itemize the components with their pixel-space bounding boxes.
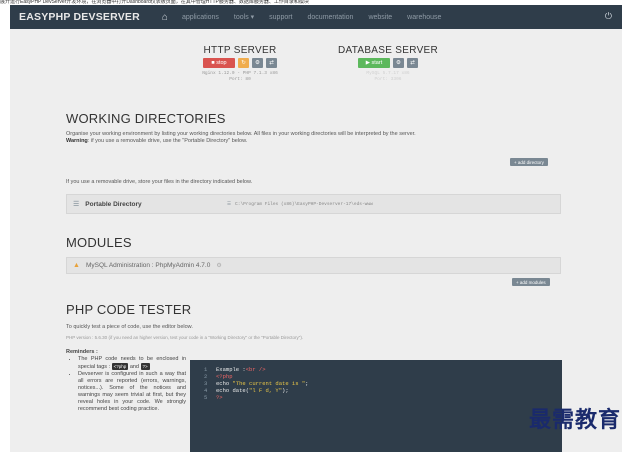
http-server-info: Nginx 1.12.0 - PHP 7.1.3 x86 Port: 80 xyxy=(192,71,288,83)
database-server-title: DATABASE SERVER xyxy=(337,45,439,56)
module-settings-icon[interactable]: ⚙ xyxy=(216,262,221,269)
working-directories-desc: Organise your working environment by lis… xyxy=(66,131,566,145)
php-open-tag: <?php xyxy=(111,363,129,370)
line-number: 2 xyxy=(204,373,208,380)
code-token: ; xyxy=(305,380,309,387)
code-token: "l F d, Y" xyxy=(249,387,283,394)
power-icon[interactable]: ⏻ xyxy=(605,11,612,22)
code-token: "The current date is " xyxy=(232,380,306,387)
nav-documentation[interactable]: documentation xyxy=(308,14,354,21)
warning-text: : if you use a removable drive, use the … xyxy=(87,138,248,144)
reminders-block: Reminders : The PHP code needs to be enc… xyxy=(66,349,186,413)
watermark-logo: 最需教育 xyxy=(528,407,621,433)
code-line: 5 ?> xyxy=(204,394,562,401)
database-server-block: DATABASE SERVER ▶ start ⚙ ⇄ MySQL 5.7.17… xyxy=(336,45,440,83)
nav-website[interactable]: website xyxy=(368,14,392,21)
php-code-tester-heading: PHP CODE TESTER xyxy=(66,302,192,317)
folder-icon: ☰ xyxy=(227,201,232,207)
code-editor[interactable]: 1 Example : <br /> 2 <?php 3 echo "The curre… xyxy=(190,360,562,452)
reminder-and: and xyxy=(129,364,139,370)
db-switch-button[interactable]: ⇄ xyxy=(407,58,418,68)
http-switch-button[interactable]: ⇄ xyxy=(266,58,277,68)
portable-directory-row[interactable]: ☰ Portable Directory ☰ C:\Program Files (… xyxy=(66,194,561,214)
list-icon: ☰ xyxy=(73,201,80,208)
code-line: 2 <?php xyxy=(204,373,562,380)
removable-drive-text: If you use a removable drive, store your… xyxy=(66,179,253,185)
working-directories-heading: WORKING DIRECTORIES xyxy=(66,111,226,126)
working-dirs-warning: Warning: if you use a removable drive, u… xyxy=(66,138,566,145)
nav-warehouse[interactable]: warehouse xyxy=(407,14,441,21)
http-server-title: HTTP SERVER xyxy=(203,45,277,56)
php-tester-desc: To quickly test a piece of code, use the… xyxy=(66,324,193,330)
phpmyadmin-icon: ▲ xyxy=(73,262,80,269)
working-dirs-description: Organise your working environment by lis… xyxy=(66,131,416,137)
db-settings-button[interactable]: ⚙ xyxy=(393,58,404,68)
line-number: 3 xyxy=(204,380,208,387)
reminder-item-tags: The PHP code needs to be enclosed in spe… xyxy=(78,356,186,371)
code-line: 4 echo date("l F d, Y"); xyxy=(204,387,562,394)
modules-heading: MODULES xyxy=(66,235,132,250)
code-token: echo xyxy=(216,380,233,387)
add-directory-button[interactable]: + add directory xyxy=(510,158,548,166)
warning-label: Warning xyxy=(66,138,88,144)
reminder-item-errors: Devserver is configured in such a way th… xyxy=(78,371,186,413)
brand-logo[interactable]: EASYPHP DEVSERVER xyxy=(19,11,140,23)
reminders-title: Reminders : xyxy=(66,349,98,355)
php-version-text: PHP version : 5.6.30 (if you need an hig… xyxy=(66,335,304,340)
code-token: ?> xyxy=(216,394,223,401)
top-navbar: EASYPHP DEVSERVER ⌂ applications tools ▾… xyxy=(10,5,622,29)
http-restart-button[interactable]: ↻ xyxy=(238,58,249,68)
db-start-button[interactable]: ▶ start xyxy=(358,58,390,68)
module-row-phpmyadmin[interactable]: ▲ MySQL Administration : PhpMyAdmin 4.7.… xyxy=(66,257,561,274)
module-label: MySQL Administration : PhpMyAdmin 4.7.0 xyxy=(85,262,211,269)
http-settings-button[interactable]: ⚙ xyxy=(252,58,263,68)
nav-support[interactable]: support xyxy=(269,14,292,21)
code-token: echo date( xyxy=(216,387,250,394)
main-panel: HTTP SERVER ■ stop ↻ ⚙ ⇄ Nginx 1.12.0 - … xyxy=(10,29,622,452)
portable-directory-path: ☰ C:\Program Files (x86)\EasyPHP-Devserve… xyxy=(227,202,373,207)
php-close-tag: ?> xyxy=(140,363,150,370)
db-server-info: MySQL 5.7.17 x86 Port: 3306 xyxy=(336,71,440,83)
code-token: Example : xyxy=(216,366,246,373)
line-number: 5 xyxy=(204,394,208,401)
portable-directory-label: Portable Directory xyxy=(85,200,142,208)
portable-path-text: C:\Program Files (x86)\EasyPHP-Devserver… xyxy=(235,201,373,207)
nav-applications[interactable]: applications xyxy=(182,14,219,21)
http-info-port: Port: 80 xyxy=(229,77,251,82)
add-modules-button[interactable]: + add modules xyxy=(512,278,550,286)
http-stop-button[interactable]: ■ stop xyxy=(203,58,235,68)
code-token: <br /> xyxy=(245,366,266,373)
nav-tools[interactable]: tools ▾ xyxy=(234,13,254,21)
db-info-port: Port: 3306 xyxy=(374,77,402,82)
code-line: 3 echo "The current date is "; xyxy=(204,380,562,387)
line-number: 4 xyxy=(204,387,208,394)
code-token: <?php xyxy=(216,373,233,380)
code-line: 1 Example : <br /> xyxy=(204,366,562,373)
line-number: 1 xyxy=(204,366,208,373)
home-icon[interactable]: ⌂ xyxy=(162,12,168,23)
http-server-block: HTTP SERVER ■ stop ↻ ⚙ ⇄ Nginx 1.12.0 - … xyxy=(192,45,288,83)
code-token: ); xyxy=(282,387,289,394)
